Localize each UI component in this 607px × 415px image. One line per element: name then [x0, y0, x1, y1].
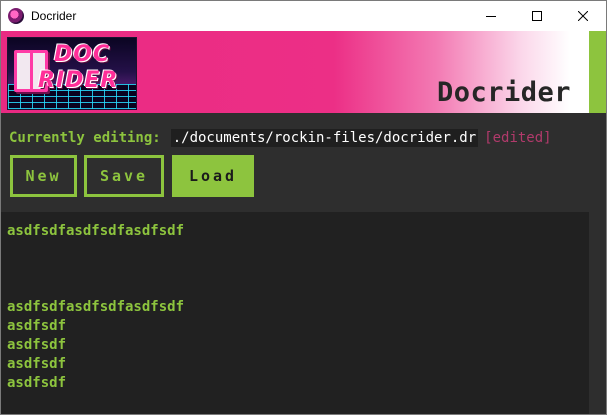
- document-editor[interactable]: asdfsdfasdfsdfasdfsdf asdfsdfasdfsdfasdf…: [1, 212, 589, 414]
- editor-line: asdfsdfasdfsdfasdfsdf: [7, 223, 185, 239]
- editor-line: asdfsdf: [7, 356, 67, 372]
- maximize-button[interactable]: [514, 1, 560, 31]
- docrider-logo: DOC RIDER: [7, 37, 137, 110]
- app-title: Docrider: [436, 77, 571, 108]
- window-title: Docrider: [31, 9, 77, 23]
- header-banner: DOC RIDER Docrider: [1, 31, 606, 113]
- editor-line: asdfsdf: [7, 375, 67, 391]
- load-button[interactable]: Load: [172, 155, 254, 197]
- app-icon: [8, 8, 24, 24]
- logo-text-rider: RIDER: [38, 68, 119, 93]
- editor-scrollbar[interactable]: [589, 212, 606, 414]
- logo-text-doc: DOC: [54, 42, 111, 67]
- window-controls: [468, 1, 606, 31]
- new-button[interactable]: New: [10, 155, 77, 197]
- minimize-button[interactable]: [468, 1, 514, 31]
- close-icon: [578, 11, 588, 21]
- title-bar[interactable]: Docrider: [1, 1, 606, 31]
- editor-line: asdfsdfasdfsdfasdfsdf: [7, 299, 185, 315]
- edited-flag: [edited]: [484, 130, 552, 146]
- banner-accent-strip: [589, 31, 606, 113]
- save-button[interactable]: Save: [84, 155, 164, 197]
- close-button[interactable]: [560, 1, 606, 31]
- maximize-icon: [532, 11, 542, 21]
- status-line: Currently editing: ./documents/rockin-fi…: [9, 128, 552, 148]
- current-file-path: ./documents/rockin-files/docrider.dr: [170, 129, 479, 147]
- editor-line: asdfsdf: [7, 337, 67, 353]
- status-label: Currently editing:: [9, 130, 161, 146]
- minimize-icon: [486, 16, 496, 17]
- app-window: Docrider DOC RIDER Docrider Currently ed…: [0, 0, 607, 415]
- editor-line: asdfsdf: [7, 318, 67, 334]
